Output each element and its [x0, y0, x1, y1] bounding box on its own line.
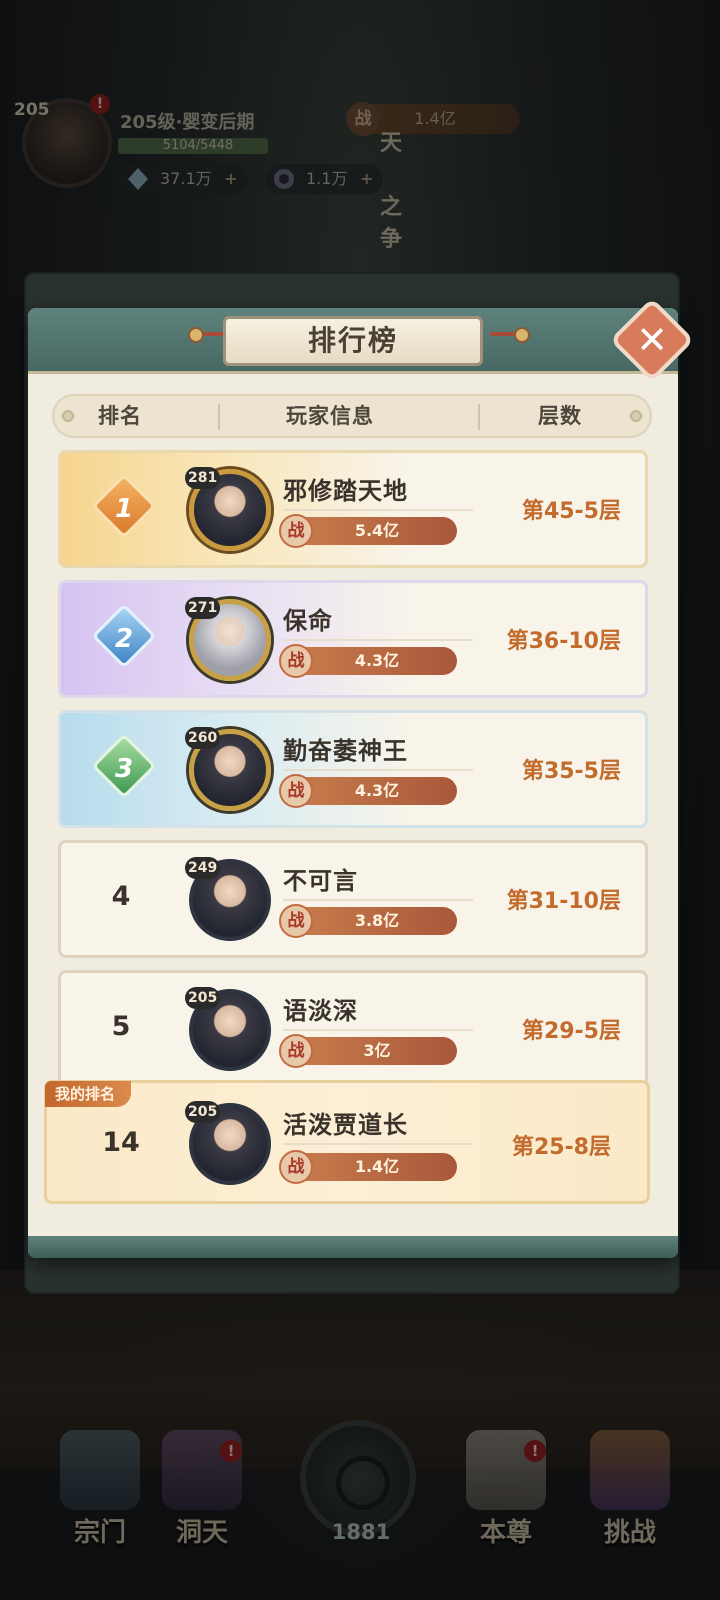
leaderboard-row[interactable]: 3 260 勤奋萎神王 战 4.3亿 第35-5层 [58, 710, 648, 828]
column-rank: 排名 [98, 404, 142, 428]
player-name: 邪修踏天地 [283, 477, 408, 505]
player-level-badge: 271 [185, 597, 221, 619]
rank-1-badge: 1 [91, 473, 157, 539]
rank-3-badge: 3 [91, 733, 157, 799]
power-bar: 战 3亿 [279, 1034, 457, 1068]
header-dot-decoration [630, 410, 642, 422]
player-avatar[interactable]: 260 [185, 725, 275, 815]
power-value: 4.3亿 [354, 651, 400, 670]
modal-title: 排行榜 [223, 316, 483, 366]
power-zhan-icon: 战 [279, 904, 313, 938]
rope-knot-decoration [188, 327, 228, 343]
power-bar: 战 4.3亿 [279, 774, 457, 808]
power-bar: 战 4.3亿 [279, 644, 457, 678]
floor-value: 第29-5层 [521, 1019, 621, 1044]
leaderboard-row[interactable]: 5 205 语淡深 战 3亿 第29-5层 [58, 970, 648, 1088]
modal-header: 排行榜 [28, 308, 678, 374]
name-underline [283, 899, 473, 901]
name-underline [283, 1143, 473, 1145]
player-avatar[interactable]: 249 [185, 855, 275, 945]
player-name: 活泼贾道长 [283, 1111, 408, 1139]
leaderboard-row[interactable]: 1 281 邪修踏天地 战 5.4亿 第45-5层 [58, 450, 648, 568]
power-value: 3.8亿 [354, 911, 400, 930]
name-underline [283, 769, 473, 771]
column-floor: 层数 [538, 404, 582, 428]
power-zhan-icon: 战 [279, 644, 313, 678]
power-zhan-icon: 战 [279, 514, 313, 548]
player-avatar[interactable]: 281 [185, 465, 275, 555]
player-avatar[interactable]: 271 [185, 595, 275, 685]
power-zhan-icon: 战 [279, 1150, 313, 1184]
rope-knot-decoration [490, 327, 530, 343]
name-underline [283, 639, 473, 641]
power-zhan-icon: 战 [279, 1034, 313, 1068]
player-name: 保命 [283, 607, 333, 635]
header-dot-decoration [62, 410, 74, 422]
power-zhan-icon: 战 [279, 774, 313, 808]
name-underline [283, 509, 473, 511]
player-name: 不可言 [283, 867, 358, 895]
floor-value: 第36-10层 [506, 629, 621, 654]
floor-value: 第35-5层 [521, 759, 621, 784]
close-icon: ✕ [636, 318, 668, 362]
player-avatar[interactable]: 205 [185, 985, 275, 1075]
column-divider [478, 404, 480, 430]
player-name: 语淡深 [283, 997, 358, 1025]
power-value: 5.4亿 [354, 521, 400, 540]
player-avatar[interactable]: 205 [185, 1099, 275, 1189]
player-level-badge: 260 [185, 727, 221, 749]
rank-number: 4 [111, 881, 131, 912]
name-underline [283, 1029, 473, 1031]
rank-number: 5 [111, 1011, 131, 1042]
floor-value: 第45-5层 [521, 499, 621, 524]
modal-footer [28, 1236, 678, 1258]
column-player-info: 玩家信息 [286, 404, 374, 428]
player-name: 勤奋萎神王 [283, 737, 408, 765]
player-level-badge: 205 [185, 1101, 221, 1123]
power-bar: 战 1.4亿 [279, 1150, 457, 1184]
column-header: 排名 玩家信息 层数 [52, 394, 652, 438]
power-value: 4.3亿 [354, 781, 400, 800]
column-divider [218, 404, 220, 430]
power-bar: 战 3.8亿 [279, 904, 457, 938]
rank-2-badge: 2 [91, 603, 157, 669]
my-rank-row[interactable]: 我的排名 14 205 活泼贾道长 战 1.4亿 第25-8层 [44, 1080, 650, 1204]
power-value: 1.4亿 [354, 1157, 400, 1176]
floor-value: 第31-10层 [506, 889, 621, 914]
rank-number: 1 [114, 494, 134, 524]
player-level-badge: 249 [185, 857, 221, 879]
my-rank-tag: 我的排名 [45, 1081, 132, 1107]
power-bar: 战 5.4亿 [279, 514, 457, 548]
player-level-badge: 205 [185, 987, 221, 1009]
floor-value: 第25-8层 [511, 1135, 611, 1160]
rank-number: 2 [114, 624, 134, 654]
leaderboard-row[interactable]: 4 249 不可言 战 3.8亿 第31-10层 [58, 840, 648, 958]
leaderboard-modal: 排行榜 ✕ 排名 玩家信息 层数 1 281 邪修踏天地 战 5.4亿 第45-… [28, 297, 695, 1258]
power-value: 3亿 [363, 1041, 391, 1060]
leaderboard-row[interactable]: 2 271 保命 战 4.3亿 第36-10层 [58, 580, 648, 698]
rank-number: 3 [114, 754, 134, 784]
rank-number: 14 [102, 1127, 140, 1158]
player-level-badge: 281 [185, 467, 221, 489]
